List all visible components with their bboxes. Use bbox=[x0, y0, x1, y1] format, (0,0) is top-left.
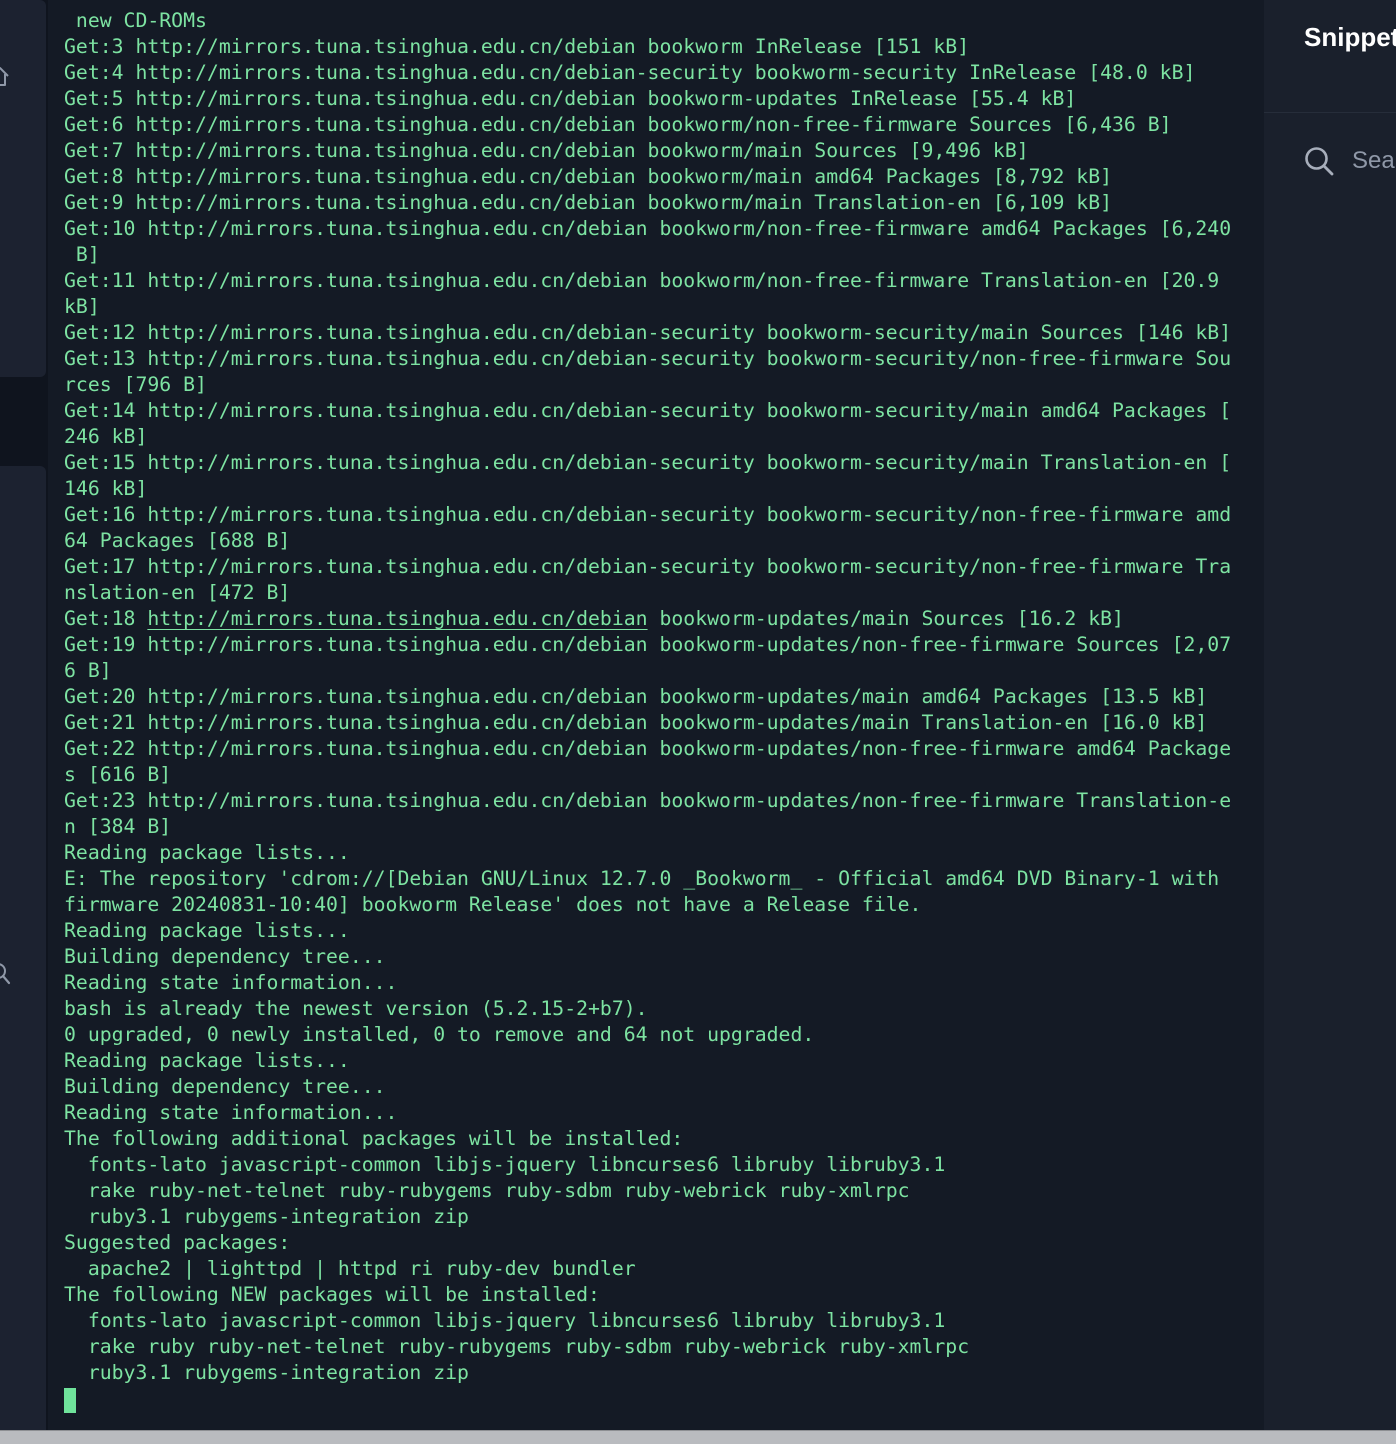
terminal-line: Get:4 http://mirrors.tuna.tsinghua.edu.c… bbox=[64, 61, 1196, 84]
terminal-line: nslation-en [472 B] bbox=[64, 581, 291, 604]
snippets-panel: Snippet s bbox=[1264, 0, 1396, 1430]
terminal-line: Building dependency tree... bbox=[64, 1075, 386, 1098]
snippets-title: Snippets bbox=[1304, 22, 1396, 52]
terminal-line: Get:22 http://mirrors.tuna.tsinghua.edu.… bbox=[64, 737, 1232, 760]
terminal-line: Get:12 http://mirrors.tuna.tsinghua.edu.… bbox=[64, 321, 1232, 344]
terminal-line: Get:13 http://mirrors.tuna.tsinghua.edu.… bbox=[64, 347, 1232, 370]
snippets-header: Snippets bbox=[1264, 0, 1396, 113]
terminal-line: Get:23 http://mirrors.tuna.tsinghua.edu.… bbox=[64, 789, 1232, 812]
terminal-line: Get:8 http://mirrors.tuna.tsinghua.edu.c… bbox=[64, 165, 1113, 188]
terminal-cursor bbox=[64, 1388, 76, 1413]
left-search-panel[interactable] bbox=[0, 466, 46, 1444]
snippets-search[interactable] bbox=[1304, 144, 1396, 178]
terminal-line: Get:16 http://mirrors.tuna.tsinghua.edu.… bbox=[64, 503, 1232, 526]
terminal-line: bash is already the newest version (5.2.… bbox=[64, 997, 648, 1020]
window-bottom-bar bbox=[0, 1430, 1396, 1444]
terminal-line: Get:11 http://mirrors.tuna.tsinghua.edu.… bbox=[64, 269, 1220, 292]
terminal-line: Get:7 http://mirrors.tuna.tsinghua.edu.c… bbox=[64, 139, 1029, 162]
terminal-line-suffix: bookworm-updates/main Sources [16.2 kB] bbox=[647, 607, 1124, 630]
terminal-line: ruby3.1 rubygems-integration zip bbox=[64, 1205, 469, 1228]
terminal-line: s [616 B] bbox=[64, 763, 172, 786]
app-window: new CD-ROMs Get:3 http://mirrors.tuna.tsi… bbox=[0, 0, 1396, 1444]
terminal-line-prefix: Get:18 bbox=[64, 607, 148, 630]
terminal-line: rake ruby-net-telnet ruby-rubygems ruby-… bbox=[64, 1179, 910, 1202]
terminal-line: The following additional packages will b… bbox=[64, 1127, 684, 1150]
terminal-link[interactable]: http://mirrors.tuna.tsinghua.edu.cn/debi… bbox=[147, 607, 647, 630]
terminal-line: 6 B] bbox=[64, 659, 112, 682]
terminal-line: 0 upgraded, 0 newly installed, 0 to remo… bbox=[64, 1023, 815, 1046]
terminal-line: kB] bbox=[64, 295, 100, 318]
terminal-line: The following NEW packages will be insta… bbox=[64, 1283, 600, 1306]
terminal-line: fonts-lato javascript-common libjs-jquer… bbox=[64, 1153, 946, 1176]
terminal-line: Building dependency tree... bbox=[64, 945, 386, 968]
terminal-line: apache2 | lighttpd | httpd ri ruby-dev b… bbox=[64, 1257, 636, 1280]
snippets-search-input[interactable] bbox=[1352, 144, 1396, 178]
terminal-line: Get:18 http://mirrors.tuna.tsinghua.edu.… bbox=[64, 606, 1231, 632]
terminal-line: Get:15 http://mirrors.tuna.tsinghua.edu.… bbox=[64, 451, 1232, 474]
terminal-line: 146 kB] bbox=[64, 477, 148, 500]
terminal-line: Get:17 http://mirrors.tuna.tsinghua.edu.… bbox=[64, 555, 1232, 578]
terminal-line: Reading package lists... bbox=[64, 1049, 350, 1072]
terminal-line: Reading package lists... bbox=[64, 919, 350, 942]
left-nav-panel[interactable] bbox=[0, 0, 46, 377]
terminal-line: E: The repository 'cdrom://[Debian GNU/L… bbox=[64, 867, 1220, 890]
terminal-line: 246 kB] bbox=[64, 425, 148, 448]
terminal-line: Get:19 http://mirrors.tuna.tsinghua.edu.… bbox=[64, 633, 1232, 656]
home-icon[interactable] bbox=[0, 64, 10, 93]
terminal-line: rake ruby ruby-net-telnet ruby-rubygems … bbox=[64, 1335, 970, 1358]
terminal-line: Get:10 http://mirrors.tuna.tsinghua.edu.… bbox=[64, 217, 1232, 240]
search-icon[interactable] bbox=[1304, 146, 1334, 181]
terminal-line: Reading state information... bbox=[64, 1101, 398, 1124]
terminal-line: rces [796 B] bbox=[64, 373, 207, 396]
terminal-line: ruby3.1 rubygems-integration zip bbox=[64, 1361, 469, 1384]
terminal-line: Get:5 http://mirrors.tuna.tsinghua.edu.c… bbox=[64, 87, 1077, 110]
terminal-line: Reading state information... bbox=[64, 971, 398, 994]
terminal-line: Suggested packages: bbox=[64, 1231, 291, 1254]
terminal-line: Get:14 http://mirrors.tuna.tsinghua.edu.… bbox=[64, 399, 1232, 422]
terminal-line: firmware 20240831-10:40] bookworm Releas… bbox=[64, 893, 922, 916]
terminal-line: Get:3 http://mirrors.tuna.tsinghua.edu.c… bbox=[64, 35, 970, 58]
terminal-line: B] bbox=[64, 243, 100, 266]
terminal-line: n [384 B] bbox=[64, 815, 172, 838]
terminal-view[interactable]: new CD-ROMs Get:3 http://mirrors.tuna.tsi… bbox=[48, 0, 1264, 1430]
terminal-output: new CD-ROMs Get:3 http://mirrors.tuna.tsi… bbox=[64, 8, 1231, 1386]
left-sidebar bbox=[0, 0, 48, 1444]
terminal-line: Get:6 http://mirrors.tuna.tsinghua.edu.c… bbox=[64, 113, 1172, 136]
terminal-line: Get:20 http://mirrors.tuna.tsinghua.edu.… bbox=[64, 685, 1208, 708]
terminal-line: Get:21 http://mirrors.tuna.tsinghua.edu.… bbox=[64, 711, 1208, 734]
terminal-line: 64 Packages [688 B] bbox=[64, 529, 291, 552]
terminal-line: Get:9 http://mirrors.tuna.tsinghua.edu.c… bbox=[64, 191, 1113, 214]
terminal-line: new CD-ROMs bbox=[64, 9, 207, 32]
terminal-line: fonts-lato javascript-common libjs-jquer… bbox=[64, 1309, 946, 1332]
terminal-line: Reading package lists... bbox=[64, 841, 350, 864]
search-icon[interactable] bbox=[0, 960, 12, 993]
